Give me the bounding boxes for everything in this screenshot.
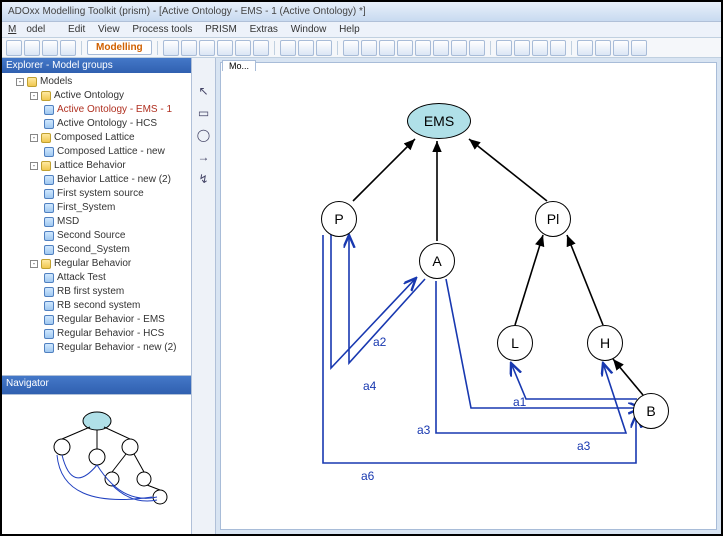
menu-view[interactable]: View [98,24,120,35]
tb-2[interactable] [24,40,40,56]
tb-9[interactable] [235,40,251,56]
tree-ao-ems1[interactable]: Active Ontology - EMS - 1 [44,103,191,117]
preview-thumbnail [12,405,182,525]
tb-13[interactable] [316,40,332,56]
tb-20[interactable] [451,40,467,56]
tb-19[interactable] [433,40,449,56]
tree-bl-new2[interactable]: Behavior Lattice - new (2) [44,173,191,187]
palette-ellipse[interactable]: ◯ [195,126,213,144]
edge-label-a6: a6 [361,469,374,483]
tb-10[interactable] [253,40,269,56]
edge-label-a4: a4 [363,379,376,393]
model-tree[interactable]: -Models -Active Ontology Active Ontology… [2,73,191,376]
tree-composed[interactable]: -Composed Lattice [30,131,191,145]
tree-rb-ems[interactable]: Regular Behavior - EMS [44,313,191,327]
window-title: ADOxx Modelling Toolkit (prism) - [Activ… [2,2,721,22]
tb-3[interactable] [42,40,58,56]
menu-prism[interactable]: PRISM [205,24,237,35]
tb-4[interactable] [60,40,76,56]
navigator-preview[interactable] [2,394,191,534]
palette-arrow[interactable]: → [195,148,213,166]
tb-23[interactable] [514,40,530,56]
tb-7[interactable] [199,40,215,56]
tb-11[interactable] [280,40,296,56]
tb-18[interactable] [415,40,431,56]
palette-zig[interactable]: ↯ [195,170,213,188]
tb-12[interactable] [298,40,314,56]
node-l[interactable]: L [497,325,533,361]
node-p[interactable]: P [321,201,357,237]
tb-14[interactable] [343,40,359,56]
tb-25[interactable] [550,40,566,56]
menu-model[interactable]: Model [8,24,55,35]
tb-29[interactable] [631,40,647,56]
tree-regular[interactable]: -Regular Behavior [30,257,191,271]
tree-fss[interactable]: First system source [44,187,191,201]
menu-edit[interactable]: Edit [68,24,85,35]
tb-26[interactable] [577,40,593,56]
tb-21[interactable] [469,40,485,56]
node-pl[interactable]: Pl [535,201,571,237]
tb-17[interactable] [397,40,413,56]
tree-models[interactable]: -Models [16,75,191,89]
node-a[interactable]: A [419,243,455,279]
tree-firstsys[interactable]: First_System [44,201,191,215]
tree-rb-second[interactable]: RB second system [44,299,191,313]
palette: ↖ ▭ ◯ → ↯ [192,58,216,534]
menu-window[interactable]: Window [291,24,327,35]
tree-secondsource[interactable]: Second Source [44,229,191,243]
menu-process[interactable]: Process tools [132,24,192,35]
palette-cursor[interactable]: ↖ [195,82,213,100]
navigator-title: Navigator [2,376,191,394]
menu-extras[interactable]: Extras [250,24,278,35]
tb-24[interactable] [532,40,548,56]
edges-svg [221,63,716,529]
tb-6[interactable] [181,40,197,56]
node-h[interactable]: H [587,325,623,361]
tree-active-ontology[interactable]: -Active Ontology [30,89,191,103]
tree-ao-hcs[interactable]: Active Ontology - HCS [44,117,191,131]
menu-bar: Model Edit View Process tools PRISM Extr… [2,22,721,38]
tb-28[interactable] [613,40,629,56]
main-toolbar: Modelling [2,38,721,58]
tb-15[interactable] [361,40,377,56]
tree-rb-first[interactable]: RB first system [44,285,191,299]
canvas-tab[interactable]: Mo... [222,60,256,71]
node-ems[interactable]: EMS [407,103,471,139]
tree-lattice[interactable]: -Lattice Behavior [30,159,191,173]
edge-label-a1: a1 [513,395,526,409]
mode-modelling[interactable]: Modelling [87,40,152,55]
tb-1[interactable] [6,40,22,56]
explorer-title: Explorer - Model groups [2,58,191,73]
menu-help[interactable]: Help [339,24,360,35]
tree-cl-new[interactable]: Composed Lattice - new [44,145,191,159]
node-b[interactable]: B [633,393,669,429]
tree-secondsys[interactable]: Second_System [44,243,191,257]
tree-msd[interactable]: MSD [44,215,191,229]
tb-22[interactable] [496,40,512,56]
edge-label-a3-2: a3 [577,439,590,453]
edge-label-a3-1: a3 [417,423,430,437]
tree-rb-hcs[interactable]: Regular Behavior - HCS [44,327,191,341]
tb-27[interactable] [595,40,611,56]
tb-5[interactable] [163,40,179,56]
tb-16[interactable] [379,40,395,56]
tree-attack[interactable]: Attack Test [44,271,191,285]
tb-8[interactable] [217,40,233,56]
palette-rect[interactable]: ▭ [195,104,213,122]
tree-rb-new2[interactable]: Regular Behavior - new (2) [44,341,191,355]
diagram-canvas[interactable]: EMS P A Pl L H B a2 a4 a1 a3 a3 a6 [220,62,717,530]
edge-label-a2: a2 [373,335,386,349]
